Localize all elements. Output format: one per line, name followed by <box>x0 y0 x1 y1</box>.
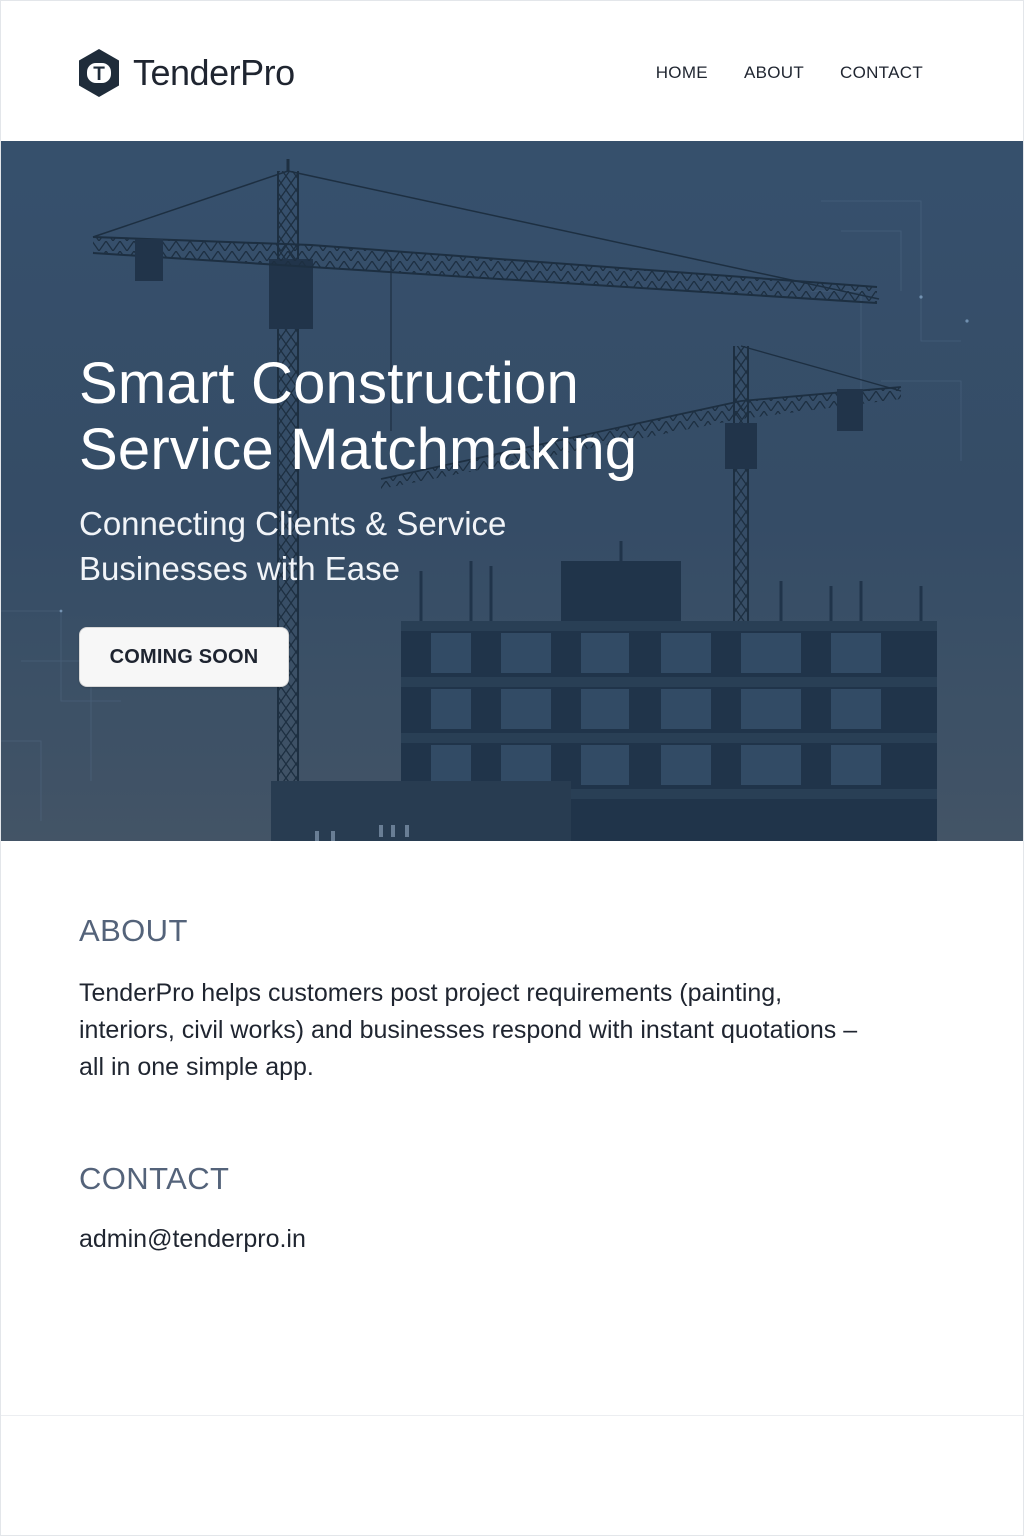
brand[interactable]: T TenderPro <box>77 45 295 101</box>
main-nav: HOME ABOUT CONTACT <box>656 61 923 85</box>
contact-email-link[interactable]: admin@tenderpro.in <box>79 1223 899 1255</box>
about-body: TenderPro helps customers post project r… <box>79 979 858 1081</box>
hero-title: Smart Construction Service Matchmaking <box>79 351 638 482</box>
contact-heading: CONTACT <box>79 1161 230 1196</box>
about-section: ABOUT TenderPro helps customers post pro… <box>79 913 899 1086</box>
hexagon-t-logo-icon: T <box>79 49 119 97</box>
hero-section: Smart Construction Service Matchmaking C… <box>1 141 1023 841</box>
logo-letter: T <box>93 64 105 85</box>
brand-name: TenderPro <box>133 52 295 93</box>
hero-subtitle: Connecting Clients & Service Businesses … <box>79 505 507 587</box>
coming-soon-button[interactable]: COMING SOON <box>79 627 289 687</box>
page: T TenderPro HOME ABOUT CONTACT Smart Con… <box>0 0 1024 1536</box>
footer-divider <box>1 1415 1023 1416</box>
nav-home-link[interactable]: HOME <box>656 61 708 85</box>
hero-content: Smart Construction Service Matchmaking C… <box>79 351 779 687</box>
nav-about-link[interactable]: ABOUT <box>744 61 804 85</box>
contact-section: CONTACT admin@tenderpro.in <box>79 1161 899 1255</box>
about-heading: ABOUT <box>79 913 188 948</box>
site-header: T TenderPro HOME ABOUT CONTACT <box>1 1 1023 141</box>
nav-contact-link[interactable]: CONTACT <box>840 61 923 85</box>
